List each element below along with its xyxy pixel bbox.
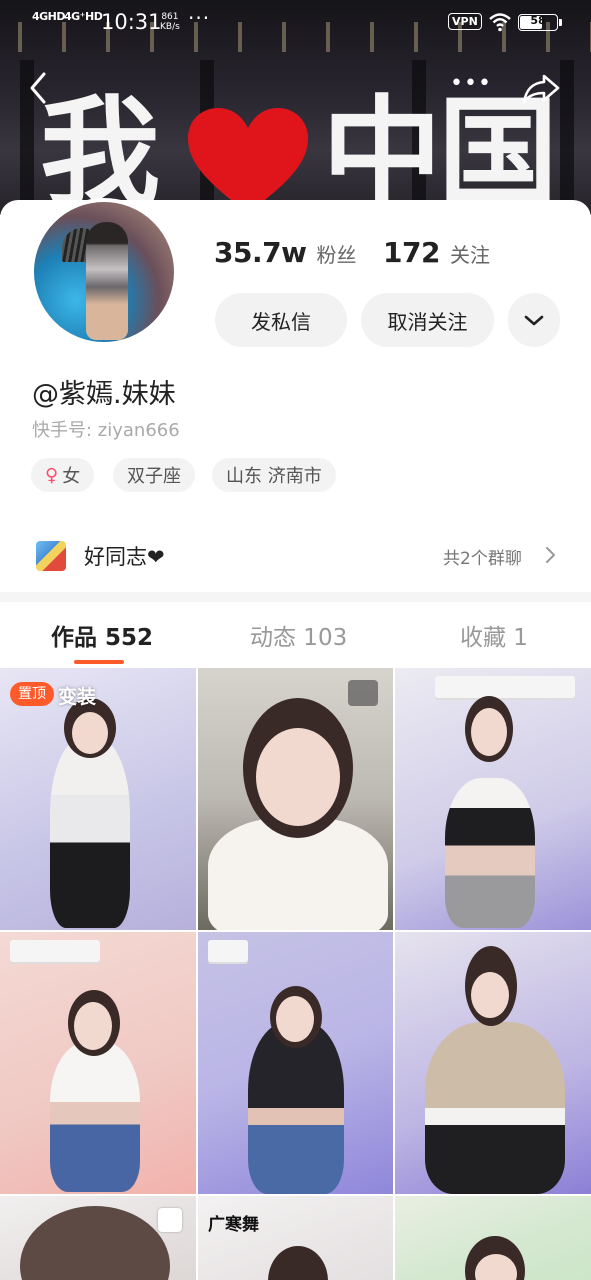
cover-sign-char: 我: [40, 85, 160, 215]
battery-icon: 58: [518, 14, 558, 31]
video-thumbnail[interactable]: [0, 932, 196, 1194]
heart-icon: [188, 108, 308, 213]
more-options-icon[interactable]: •••: [450, 73, 491, 104]
signal-1: 4GHD: [32, 10, 66, 23]
clock: 10:31: [101, 10, 162, 34]
followers-label: 粉丝: [316, 243, 357, 267]
video-caption: 变装: [58, 686, 97, 708]
video-thumbnail[interactable]: [395, 932, 591, 1194]
location-tag: 山东 济南市: [212, 458, 336, 492]
section-divider: [0, 592, 591, 602]
pinned-badge: 置顶: [10, 682, 54, 706]
video-grid: [0, 668, 591, 1280]
video-thumbnail[interactable]: [395, 668, 591, 930]
following-stat[interactable]: 172 关注: [383, 236, 490, 276]
status-bar: 4GHD 4G⁺HD 10:31 861 KB/s ··· VPN 58: [0, 0, 591, 46]
username: @紫嫣.妹妹: [32, 379, 176, 410]
send-message-button[interactable]: 发私信: [215, 293, 347, 347]
group-count: 共2个群聊: [443, 549, 522, 569]
following-count: 172: [383, 236, 440, 269]
vpn-badge: VPN: [448, 13, 482, 30]
avatar[interactable]: [30, 198, 178, 346]
network-speed: 861 KB/s: [160, 12, 180, 32]
group-chat-row[interactable]: 好同志❤ 共2个群聊: [0, 525, 591, 585]
gender-tag: ♀ 女: [31, 458, 95, 492]
wifi-icon: [489, 13, 511, 32]
video-thumbnail[interactable]: [198, 932, 393, 1194]
followers-stat[interactable]: 35.7w 粉丝: [214, 236, 356, 276]
share-icon[interactable]: [520, 68, 562, 108]
video-thumbnail[interactable]: [198, 1196, 393, 1280]
chevron-down-icon: [524, 315, 544, 326]
signal-2: 4G⁺HD: [64, 10, 103, 23]
video-thumbnail[interactable]: [198, 668, 393, 930]
female-icon: ♀: [45, 464, 59, 486]
tab-works[interactable]: 作品 552: [51, 618, 153, 652]
tab-moments[interactable]: 动态 103: [250, 618, 347, 652]
video-caption: 广寒舞: [208, 1215, 259, 1235]
kuaishou-id: 快手号: ziyan666: [32, 420, 180, 441]
more-notifications-icon: ···: [188, 6, 211, 30]
video-thumbnail[interactable]: [0, 1196, 196, 1280]
back-icon[interactable]: [20, 66, 60, 110]
following-label: 关注: [449, 243, 490, 267]
chevron-right-icon: [546, 547, 555, 563]
followers-count: 35.7w: [214, 236, 307, 269]
unfollow-button[interactable]: 取消关注: [361, 293, 494, 347]
tab-favorites[interactable]: 收藏 1: [460, 618, 528, 652]
zodiac-tag: 双子座: [113, 458, 195, 492]
cover-sign-char: 国: [438, 85, 558, 215]
cover-sign: 我 中 国: [40, 92, 580, 215]
group-icon: [36, 541, 66, 571]
expand-button[interactable]: [508, 293, 560, 347]
video-thumbnail[interactable]: [0, 668, 196, 930]
profile-page: 我 中 国 4GHD 4G⁺HD 10:31 861 KB/s ··· VPN …: [0, 0, 591, 1280]
video-thumbnail[interactable]: [395, 1196, 591, 1280]
group-name: 好同志❤: [84, 545, 165, 569]
cover-sign-char: 中: [322, 85, 442, 215]
tab-indicator: [74, 660, 124, 664]
